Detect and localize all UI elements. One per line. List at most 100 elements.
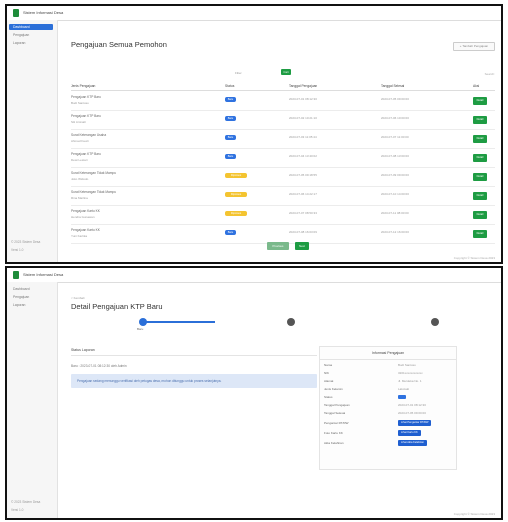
status-badge: Diproses bbox=[225, 211, 247, 216]
app-name: Sistem Informasi Desa bbox=[23, 272, 64, 277]
info-alert: Pengajuan sedang menunggu verifikasi ole… bbox=[71, 374, 317, 388]
table-row: Pengajuan Kartu KK Hendra Gunawan Diproses… bbox=[71, 206, 495, 225]
progress-track bbox=[143, 321, 215, 323]
detail-button[interactable]: Detail bbox=[473, 97, 487, 105]
field-value: Laki-laki bbox=[398, 387, 410, 391]
main-content: < Kembali Detail Pengajuan KTP Baru Baru… bbox=[57, 282, 501, 518]
completion-date: 2023-07-08 13:00:00 bbox=[381, 154, 409, 158]
field-label: Akta Kelahiran bbox=[324, 441, 344, 445]
page-footer: Copyright © Sistem Desa 2023 bbox=[453, 512, 495, 516]
completion-date: 2023-07-10 14:00:00 bbox=[381, 192, 409, 196]
field-label: Foto Kartu KK bbox=[324, 431, 343, 435]
table-row: Surat Keterangan Tidak Mampu Joko Widodo D… bbox=[71, 168, 495, 187]
field-label: NIK bbox=[324, 371, 330, 375]
sidebar-footer-line: Versi 1.0 bbox=[11, 508, 24, 512]
completion-date: 2023-07-05 09:00:00 bbox=[381, 97, 409, 101]
applicant-name: Yuni Kartika bbox=[71, 234, 88, 238]
field-value: 2023-07-05 09:00:00 bbox=[398, 411, 426, 415]
field-label: Status bbox=[324, 395, 333, 399]
page-title: Detail Pengajuan KTP Baru bbox=[71, 302, 163, 311]
column-header[interactable]: Tanggal Pengajuan bbox=[289, 84, 317, 88]
submission-date: 2023-07-02 10:21:10 bbox=[289, 116, 317, 120]
detail-button[interactable]: Detail bbox=[473, 154, 487, 162]
app-logo-icon bbox=[13, 271, 19, 279]
field-label: Tanggal Pengajuan bbox=[324, 403, 350, 407]
detail-button[interactable]: Detail bbox=[473, 211, 487, 219]
sidebar-item-dashboard[interactable]: Dashboard bbox=[9, 286, 53, 292]
column-header[interactable]: Tanggal Selesai bbox=[381, 84, 404, 88]
field-label: Jenis Kelamin bbox=[324, 387, 343, 391]
view-document-button[interactable]: Lihat Kartu KK bbox=[398, 430, 421, 436]
status-badge: Baru bbox=[225, 135, 236, 140]
applicant-name: Hendra Gunawan bbox=[71, 215, 95, 219]
top-bar: Sistem Informasi Desa bbox=[7, 268, 501, 283]
completion-date: 2023-07-06 10:00:00 bbox=[381, 116, 409, 120]
applications-list-window: Sistem Informasi Desa Dashboard Pengajua… bbox=[5, 4, 503, 264]
sidebar-item-laporan[interactable]: Laporan bbox=[9, 302, 53, 308]
status-badge: Diproses bbox=[225, 192, 247, 197]
sidebar-item-laporan[interactable]: Laporan bbox=[9, 40, 53, 46]
submission-date: 2023-07-01 08:12:30 bbox=[289, 97, 317, 101]
table-row: Pengajuan KTP Baru Dewi Lestari Baru 2023-0… bbox=[71, 149, 495, 168]
detail-button[interactable]: Detail bbox=[473, 173, 487, 181]
submission-date: 2023-07-08 16:03:09 bbox=[289, 230, 317, 234]
completion-date: 2023-07-12 16:00:00 bbox=[381, 230, 409, 234]
detail-button[interactable]: Detail bbox=[473, 192, 487, 200]
table-row: Surat Keterangan Usaha Ahmad Fauzi Baru 202… bbox=[71, 130, 495, 149]
app-logo-icon bbox=[13, 9, 19, 17]
application-type: Surat Keterangan Tidak Mampu bbox=[71, 171, 117, 175]
main-content: Pengajuan Semua Pemohon + Tambah Pengaju… bbox=[57, 20, 501, 262]
column-header[interactable]: Aksi bbox=[473, 84, 479, 88]
detail-button[interactable]: Detail bbox=[473, 116, 487, 124]
detail-button[interactable]: Detail bbox=[473, 135, 487, 143]
sidebar-footer-line: Versi 1.0 bbox=[11, 248, 24, 252]
field-label: Tanggal Selesai bbox=[324, 411, 346, 415]
pagination-next-button[interactable]: Next bbox=[295, 242, 309, 250]
table-row: Pengajuan KTP Baru Budi Santoso Baru 2023-0… bbox=[71, 92, 495, 111]
detail-button[interactable]: Detail bbox=[473, 230, 487, 238]
status-badge: Baru bbox=[225, 97, 236, 102]
field-value: Budi Santoso bbox=[398, 363, 416, 367]
completion-date: 2023-07-11 08:00:00 bbox=[381, 211, 409, 215]
filter-label: Filter bbox=[235, 71, 242, 75]
back-link[interactable]: < Kembali bbox=[71, 296, 84, 300]
status-card: Status Laporan Baru : 2023-07-01 08:12:3… bbox=[71, 348, 317, 398]
step-indicator-done bbox=[139, 318, 147, 326]
step-indicator-pending bbox=[287, 318, 295, 326]
completion-date: 2023-07-09 09:00:00 bbox=[381, 173, 409, 177]
field-label: Nama bbox=[324, 363, 333, 367]
submission-date: 2023-07-05 09:18:55 bbox=[289, 173, 317, 177]
status-badge: Diproses bbox=[225, 173, 247, 178]
field-label: Alamat bbox=[324, 379, 334, 383]
submission-date: 2023-07-03 11:05:44 bbox=[289, 135, 317, 139]
column-header[interactable]: Status bbox=[225, 84, 234, 88]
divider bbox=[320, 359, 456, 360]
view-document-button[interactable]: Lihat Akta Kelahiran bbox=[398, 440, 428, 446]
info-card-title: Informasi Pengajuan bbox=[371, 351, 405, 355]
status-badge: Baru bbox=[225, 230, 236, 235]
applicant-name: Ahmad Fauzi bbox=[71, 139, 89, 143]
status-history-line: Baru : 2023-07-01 08:12:30 oleh Admin bbox=[71, 364, 127, 368]
view-document-button[interactable]: Lihat Pengantar RT/RW bbox=[398, 420, 432, 426]
application-type: Pengajuan KTP Baru bbox=[71, 152, 101, 156]
sidebar-item-pengajuan[interactable]: Pengajuan bbox=[9, 32, 53, 38]
application-type: Pengajuan Kartu KK bbox=[71, 209, 100, 213]
application-info-card: Informasi Pengajuan Nama Budi Santoso NIK 3… bbox=[319, 346, 457, 470]
sidebar-item-pengajuan[interactable]: Pengajuan bbox=[9, 294, 53, 300]
sidebar-item-dashboard[interactable]: Dashboard bbox=[9, 24, 53, 30]
application-type: Pengajuan KTP Baru bbox=[71, 114, 101, 118]
applicant-name: Siti Aminah bbox=[71, 120, 87, 124]
status-card-title: Status Laporan bbox=[71, 348, 95, 352]
table-row: Surat Keterangan Tidak Mampu Rina Marlina… bbox=[71, 187, 495, 206]
add-application-button[interactable]: + Tambah Pengajuan bbox=[453, 42, 495, 51]
status-badge bbox=[398, 395, 406, 399]
step-indicator-pending bbox=[431, 318, 439, 326]
sidebar-footer-line: © 2023 Sistem Desa bbox=[11, 500, 41, 504]
page-footer: Copyright © Sistem Desa 2023 bbox=[453, 256, 495, 260]
pagination-previous-button[interactable]: Previous bbox=[267, 242, 289, 250]
column-header[interactable]: Jenis Pengajuan bbox=[71, 84, 95, 88]
filter-button[interactable]: Cari bbox=[281, 69, 291, 75]
application-type: Surat Keterangan Tidak Mampu bbox=[71, 190, 117, 194]
submission-date: 2023-07-06 14:22:17 bbox=[289, 192, 317, 196]
top-bar: Sistem Informasi Desa bbox=[7, 6, 501, 21]
